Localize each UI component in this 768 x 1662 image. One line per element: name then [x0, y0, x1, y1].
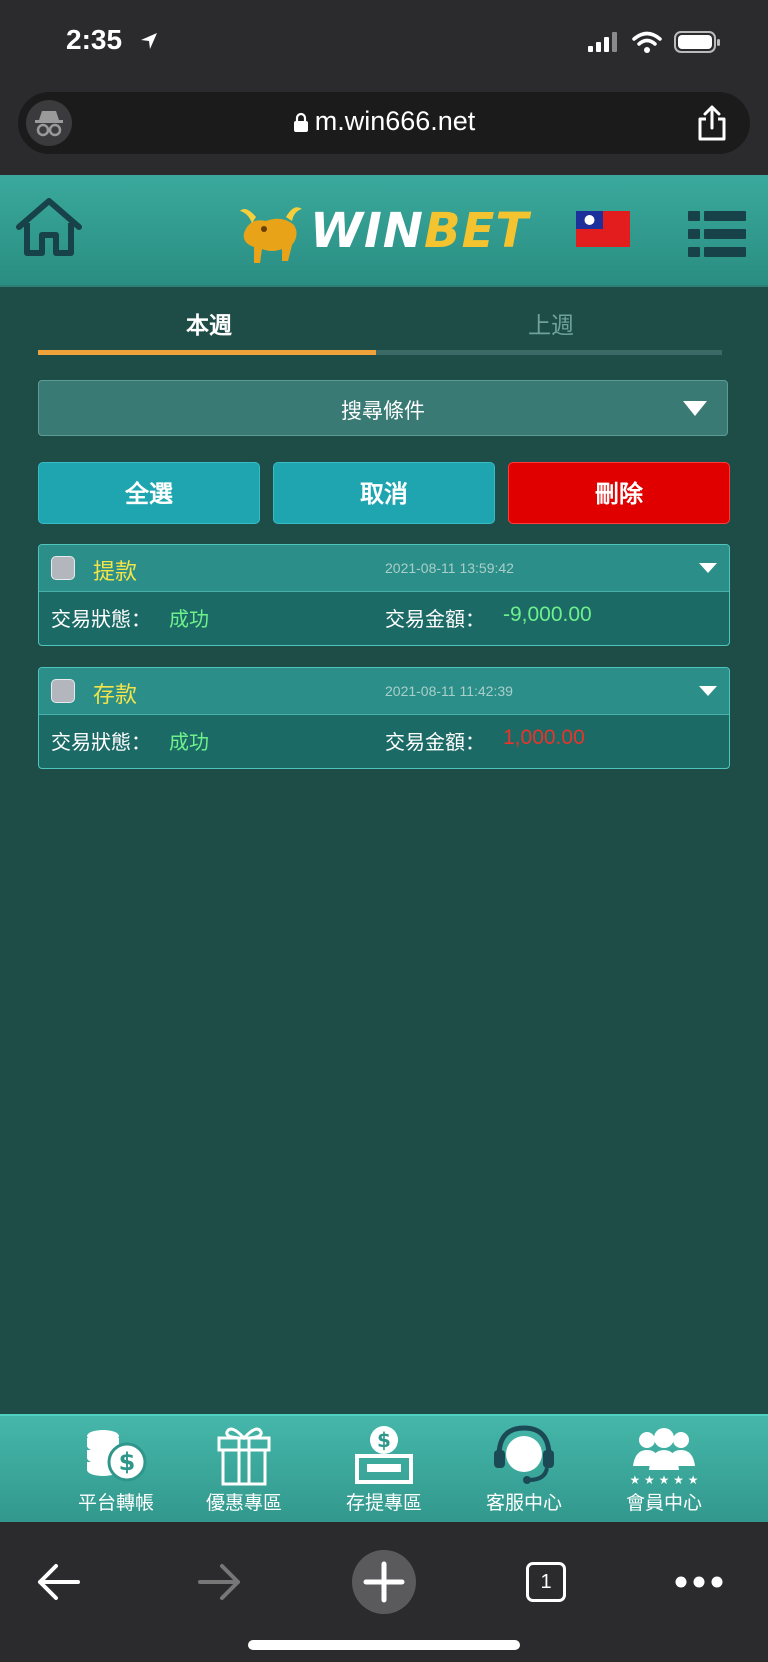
cancel-button[interactable]: 取消: [273, 462, 495, 524]
status-time: 2:35: [66, 24, 123, 55]
logo-wordmark: WINBET: [310, 203, 530, 259]
nav-label: 會員中心: [625, 1492, 702, 1514]
record-checkbox[interactable]: [51, 556, 75, 580]
flag-icon[interactable]: [576, 211, 630, 247]
tab-active-indicator: [38, 350, 376, 355]
lock-icon: [293, 112, 308, 132]
new-tab-plus-icon[interactable]: [350, 1548, 418, 1616]
transaction-record[interactable]: 提款 2021-08-11 13:59:42 交易狀態： 成功 交易金額： -9…: [38, 544, 730, 646]
coins-dollar-icon: $: [87, 1430, 147, 1482]
location-arrow-icon: [141, 33, 157, 49]
winbet-logo[interactable]: WINBET: [236, 195, 528, 269]
status-label: 交易狀態：: [51, 730, 151, 754]
battery-icon: [674, 31, 720, 53]
nav-label: 客服中心: [485, 1492, 562, 1514]
url-display[interactable]: m.win666.net: [18, 106, 750, 137]
amount-value: 1,000.00: [503, 726, 585, 749]
nav-member-center[interactable]: ★ ★ ★ ★ ★ 會員中心: [594, 1424, 734, 1515]
menu-icon[interactable]: [688, 211, 746, 257]
svg-text:$: $: [377, 1428, 391, 1452]
transaction-record[interactable]: 存款 2021-08-11 11:42:39 交易狀態： 成功 交易金額： 1,…: [38, 667, 730, 769]
ios-chrome-top: 2:35 m.win666.net: [0, 0, 768, 175]
share-icon[interactable]: [696, 104, 728, 142]
record-type: 存款: [93, 683, 138, 708]
record-header[interactable]: 存款 2021-08-11 11:42:39: [39, 668, 729, 715]
flag-canton: [576, 211, 603, 229]
delete-button[interactable]: 刪除: [508, 462, 730, 524]
chevron-down-icon[interactable]: [699, 563, 717, 573]
record-checkbox[interactable]: [51, 679, 75, 703]
nav-platform-transfer[interactable]: $ 平台轉帳: [46, 1424, 186, 1515]
url-text: m.win666.net: [314, 106, 476, 136]
bull-mascot-icon: [240, 207, 302, 263]
svg-text:★ ★ ★ ★ ★: ★ ★ ★ ★ ★: [629, 1473, 698, 1486]
forward-arrow-icon[interactable]: [196, 1562, 244, 1602]
nav-label: 存提專區: [345, 1492, 422, 1514]
chevron-down-icon[interactable]: [699, 686, 717, 696]
back-arrow-icon[interactable]: [34, 1562, 82, 1602]
select-all-button[interactable]: 全選: [38, 462, 260, 524]
record-type: 提款: [93, 560, 138, 585]
status-value: 成功: [169, 607, 209, 631]
headset-icon: [494, 1425, 554, 1484]
record-timestamp: 2021-08-11 13:59:42: [385, 560, 514, 576]
home-icon[interactable]: [14, 195, 84, 259]
amount-label: 交易金額：: [385, 730, 485, 754]
tab-count: 1: [540, 1571, 552, 1593]
record-timestamp: 2021-08-11 11:42:39: [385, 683, 513, 699]
deposit-icon: $: [355, 1426, 413, 1484]
bottom-nav: $ 平台轉帳 優惠專區 $ 存提專區 客服中心 ★ ★ ★ ★ ★ 會員中心: [0, 1414, 768, 1524]
week-tabs: 本週 上週: [38, 300, 722, 356]
status-label: 交易狀態：: [51, 607, 151, 631]
status-icons: [588, 30, 722, 54]
signal-icon: [588, 32, 617, 52]
gift-icon: [217, 1427, 271, 1486]
amount-value: -9,000.00: [503, 603, 592, 626]
more-icon[interactable]: [674, 1575, 724, 1589]
nav-promotions[interactable]: 優惠專區: [174, 1424, 314, 1515]
record-header[interactable]: 提款 2021-08-11 13:59:42: [39, 545, 729, 592]
nav-label: 平台轉帳: [77, 1492, 154, 1514]
site-header: WINBET: [0, 175, 768, 287]
nav-customer-service[interactable]: 客服中心: [454, 1424, 594, 1515]
members-icon: ★ ★ ★ ★ ★: [629, 1428, 699, 1486]
status-value: 成功: [169, 730, 209, 754]
search-conditions-label: 搜尋條件: [341, 399, 425, 423]
tabs-count-button[interactable]: 1: [526, 1562, 566, 1602]
chevron-down-icon: [683, 401, 707, 416]
svg-text:$: $: [119, 1448, 136, 1476]
tab-this-week[interactable]: 本週: [38, 306, 380, 340]
tab-last-week[interactable]: 上週: [380, 306, 722, 340]
address-bar[interactable]: m.win666.net: [18, 92, 750, 154]
wifi-icon: [632, 31, 662, 53]
search-conditions-dropdown[interactable]: 搜尋條件: [38, 380, 728, 436]
nav-label: 優惠專區: [205, 1492, 282, 1514]
home-indicator: [248, 1640, 520, 1650]
amount-label: 交易金額：: [385, 607, 485, 631]
nav-deposit-withdraw[interactable]: $ 存提專區: [314, 1424, 454, 1515]
